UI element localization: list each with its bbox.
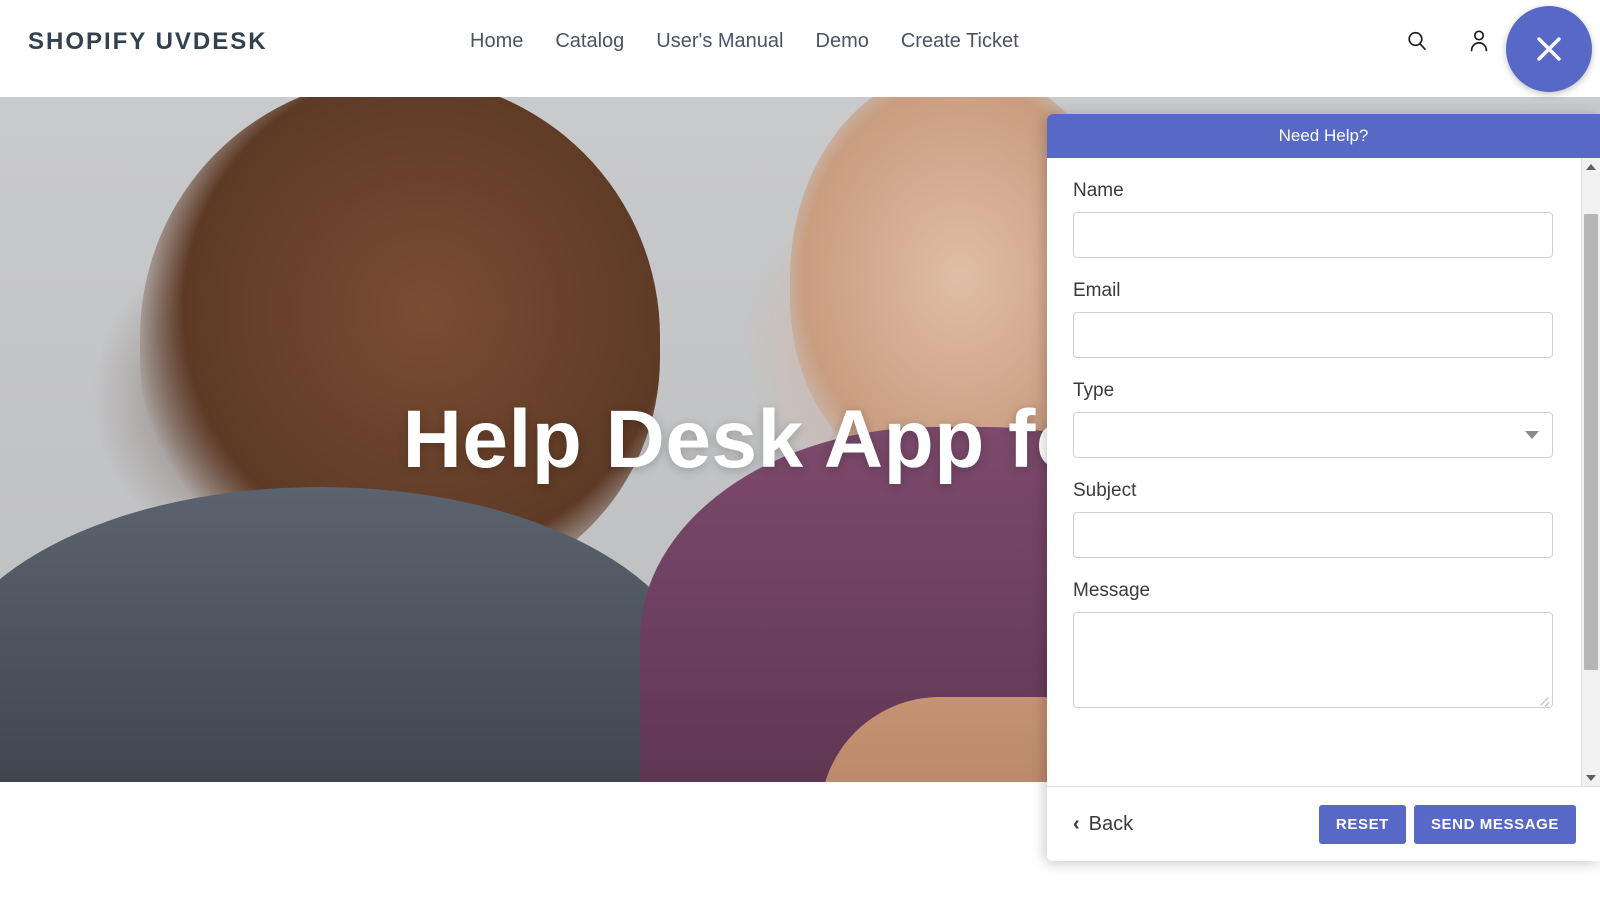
subject-input[interactable] (1073, 512, 1553, 558)
chevron-left-icon: ‹ (1073, 813, 1080, 835)
type-select-wrapper (1073, 412, 1553, 458)
nav-item-create-ticket[interactable]: Create Ticket (901, 30, 1019, 53)
search-icon[interactable] (1404, 26, 1430, 56)
field-email: Email (1073, 280, 1553, 358)
main-navigation: Home Catalog User's Manual Demo Create T… (470, 30, 1019, 53)
message-textarea-wrapper (1073, 612, 1553, 708)
field-subject: Subject (1073, 480, 1553, 558)
subject-label: Subject (1073, 480, 1137, 501)
name-label: Name (1073, 180, 1124, 201)
site-header: SHOPIFY UVDESK Home Catalog User's Manua… (0, 0, 1600, 97)
back-button[interactable]: ‹ Back (1073, 813, 1133, 836)
name-input[interactable] (1073, 212, 1553, 258)
panel-footer: ‹ Back RESET SEND MESSAGE (1047, 787, 1600, 861)
scroll-up-arrow-icon[interactable] (1582, 158, 1600, 175)
nav-item-demo[interactable]: Demo (816, 30, 869, 53)
panel-scrollbar[interactable] (1581, 158, 1600, 786)
email-label: Email (1073, 280, 1121, 301)
reset-button[interactable]: RESET (1318, 804, 1406, 844)
scroll-down-arrow-icon[interactable] (1582, 769, 1600, 786)
panel-body-wrapper: Name Email Type Subject Message (1047, 158, 1600, 787)
close-icon[interactable] (1506, 6, 1592, 92)
field-message: Message (1073, 580, 1553, 708)
need-help-panel: Need Help? Name Email Type Subject Messa… (1047, 114, 1600, 861)
contact-form: Name Email Type Subject Message (1047, 158, 1581, 786)
field-name: Name (1073, 180, 1553, 258)
user-icon[interactable] (1466, 26, 1492, 56)
nav-item-home[interactable]: Home (470, 30, 523, 53)
site-logo[interactable]: SHOPIFY UVDESK (28, 28, 268, 56)
page-root: Help Desk App for S SHOPIFY UVDESK Home … (0, 0, 1600, 900)
header-icon-group (1404, 26, 1492, 56)
type-label: Type (1073, 380, 1115, 401)
message-textarea[interactable] (1073, 612, 1553, 708)
type-select[interactable] (1073, 412, 1553, 458)
scrollbar-thumb[interactable] (1584, 214, 1598, 670)
nav-item-users-manual[interactable]: User's Manual (656, 30, 783, 53)
message-label: Message (1073, 580, 1151, 601)
panel-title: Need Help? (1047, 114, 1600, 158)
send-message-button[interactable]: SEND MESSAGE (1413, 804, 1576, 844)
field-type: Type (1073, 380, 1553, 458)
nav-item-catalog[interactable]: Catalog (555, 30, 624, 53)
back-label: Back (1088, 812, 1134, 835)
email-input[interactable] (1073, 312, 1553, 358)
